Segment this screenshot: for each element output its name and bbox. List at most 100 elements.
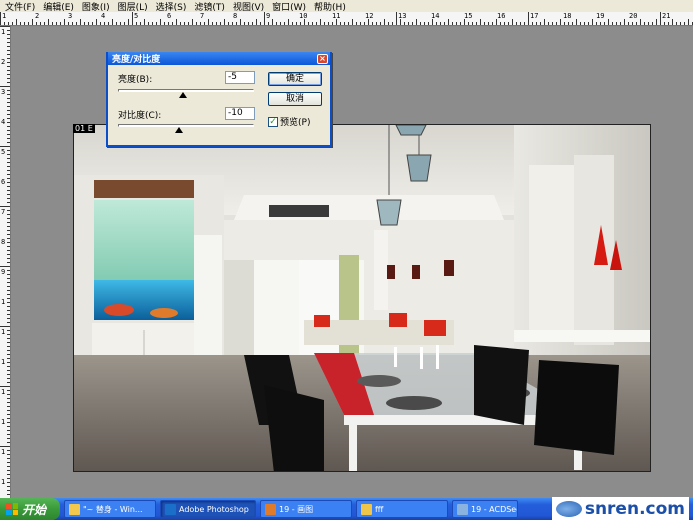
menu-layer[interactable]: 图层(L) [115, 0, 153, 13]
task-button-photoshop[interactable]: Adobe Photoshop [160, 500, 256, 518]
task-button-acdsee[interactable]: 19 - ACDSee [452, 500, 518, 518]
dialog-title-bar[interactable]: 亮度/对比度 × [108, 52, 330, 65]
menu-window[interactable]: 窗口(W) [269, 0, 311, 13]
ruler-tick [7, 102, 10, 103]
ruler-tick [88, 22, 89, 25]
ruler-tick [7, 234, 10, 235]
menu-file[interactable]: 文件(F) [2, 0, 40, 13]
ruler-tick [7, 74, 10, 75]
task-button-folder[interactable]: fff [356, 500, 448, 518]
ruler-tick [512, 19, 513, 25]
ruler-tick [44, 22, 45, 25]
ruler-tick [0, 386, 10, 387]
ruler-tick [532, 22, 533, 25]
ruler-tick [7, 98, 10, 99]
ruler-tick [644, 22, 645, 25]
checkmark-icon[interactable]: ✓ [268, 116, 278, 127]
ruler-tick [320, 19, 321, 25]
ruler-number: 1 [1, 388, 6, 396]
ruler-tick [136, 22, 137, 25]
brightness-contrast-dialog[interactable]: 亮度/对比度 × 亮度(B): -5 对比度(C): -10 确定 取消 ✓ 预… [106, 52, 332, 147]
ruler-tick [528, 12, 529, 25]
menu-image[interactable]: 图象(I) [79, 0, 115, 13]
ok-button[interactable]: 确定 [268, 72, 322, 86]
ruler-tick [0, 26, 10, 27]
ruler-tick [7, 334, 10, 335]
ruler-tick [7, 170, 10, 171]
ruler-number: 15 [464, 12, 473, 20]
watermark-logo: snren.com [551, 497, 689, 520]
ruler-tick [7, 290, 10, 291]
canvas-corner-label: 01 E [73, 124, 95, 133]
menu-edit[interactable]: 编辑(E) [40, 0, 79, 13]
menu-help[interactable]: 帮助(H) [311, 0, 351, 13]
brightness-slider-thumb[interactable] [179, 92, 188, 98]
ruler-tick [120, 22, 121, 25]
ruler-tick [356, 22, 357, 25]
start-button[interactable]: 开始 [0, 498, 60, 520]
ruler-tick [116, 22, 117, 25]
task-button-explorer[interactable]: "~ 替身 - Win... [64, 500, 156, 518]
ruler-number: 3 [1, 88, 6, 96]
contrast-slider-track[interactable] [118, 124, 254, 127]
ruler-tick [7, 442, 10, 443]
ruler-tick [7, 342, 10, 343]
ruler-tick [7, 434, 10, 435]
contrast-slider-thumb[interactable] [175, 127, 184, 133]
menu-filter[interactable]: 滤镜(T) [191, 0, 230, 13]
ruler-tick [556, 22, 557, 25]
ruler-tick [7, 190, 10, 191]
ruler-tick [7, 422, 10, 423]
ruler-tick [7, 286, 10, 287]
document-canvas-image[interactable] [73, 124, 651, 472]
ruler-tick [76, 22, 77, 25]
task-button-paint[interactable]: 19 - 画图 [260, 500, 352, 518]
ruler-tick [7, 154, 10, 155]
ruler-tick [7, 50, 10, 51]
ruler-left[interactable]: 1 2 3 4 5 6 7 8 9 1 1 1 1 1 1 1 [0, 26, 11, 498]
ruler-tick [7, 478, 10, 479]
ruler-tick [520, 22, 521, 25]
brightness-input[interactable]: -5 [225, 71, 255, 84]
ruler-tick [7, 30, 10, 31]
close-icon[interactable]: × [317, 53, 328, 64]
ruler-tick [420, 22, 421, 25]
ruler-tick [568, 22, 569, 25]
menu-select[interactable]: 选择(S) [153, 0, 192, 13]
ruler-tick [612, 22, 613, 25]
ruler-tick [7, 318, 10, 319]
ruler-tick [104, 22, 105, 25]
ruler-number: 1 [1, 358, 6, 366]
task-label: "~ 替身 - Win... [83, 504, 143, 514]
ruler-number: 1 [1, 478, 6, 486]
ruler-tick [7, 274, 10, 275]
ruler-number: 1 [1, 28, 6, 36]
ruler-tick [7, 34, 10, 35]
ruler-number: 1 [1, 298, 6, 306]
ruler-tick [308, 22, 309, 25]
ruler-number: 6 [167, 12, 172, 20]
ruler-tick [7, 202, 10, 203]
ruler-tick [7, 374, 10, 375]
ruler-top[interactable]: 1 2 3 4 5 6 7 8 9 10 11 12 13 14 15 16 17 18 19 20 21 [0, 12, 693, 26]
ruler-tick [388, 22, 389, 25]
ruler-number: 18 [563, 12, 572, 20]
ruler-tick [672, 19, 673, 25]
ruler-tick [7, 402, 10, 403]
cancel-button[interactable]: 取消 [268, 92, 322, 106]
ruler-tick [7, 466, 10, 467]
ruler-number: 19 [596, 12, 605, 20]
preview-checkbox[interactable]: ✓ 预览(P) [268, 115, 310, 128]
ruler-tick [240, 19, 241, 25]
ruler-tick [440, 22, 441, 25]
ruler-tick [100, 22, 101, 25]
ruler-tick [272, 19, 273, 25]
contrast-label: 对比度(C): [118, 111, 162, 121]
ruler-tick [516, 22, 517, 25]
ruler-tick [536, 22, 537, 25]
ruler-tick [132, 12, 133, 25]
ruler-tick [7, 166, 10, 167]
contrast-input[interactable]: -10 [225, 107, 255, 120]
ruler-tick [7, 158, 10, 159]
menu-view[interactable]: 视图(V) [230, 0, 269, 13]
